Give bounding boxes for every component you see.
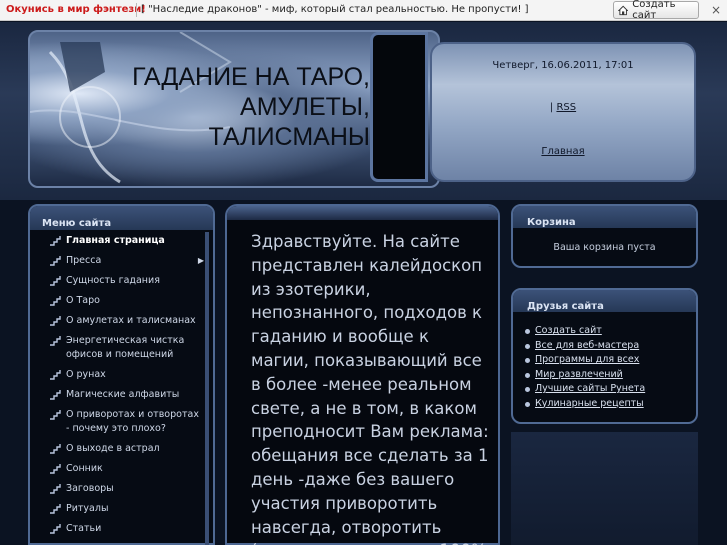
- menu-item[interactable]: Магические алфавиты: [44, 388, 204, 402]
- create-site-button[interactable]: Создать сайт: [613, 0, 699, 21]
- header-frame: [370, 32, 428, 182]
- title-line: АМУЛЕТЫ,: [240, 93, 370, 121]
- menu-item[interactable]: Сонник: [44, 462, 204, 476]
- menu-item[interactable]: Ритуалы: [44, 502, 204, 516]
- menu-item[interactable]: Энергетическая чистка офисов и помещений: [44, 334, 204, 362]
- top-ad-bar: Окунись в мир фэнтези! [ "Наследие драко…: [0, 0, 727, 21]
- menu-item[interactable]: Заговоры: [44, 482, 204, 496]
- menu-item-label: О Таро: [66, 295, 100, 306]
- stairs-icon: [50, 524, 61, 534]
- cart-title: Корзина: [527, 217, 576, 228]
- promo-link[interactable]: Окунись в мир фэнтези!: [6, 4, 146, 15]
- menu-item-label: Пресса: [66, 255, 102, 266]
- menu-item-label: Ритуалы: [66, 503, 109, 514]
- menu-item-label: Магические алфавиты: [66, 389, 180, 400]
- friend-link[interactable]: Создать сайт: [525, 324, 696, 339]
- stairs-icon: [50, 390, 61, 400]
- welcome-text: Здравствуйте. На сайте представлен калей…: [251, 232, 489, 545]
- friends-list: Создать сайт Все для веб-мастера Программы…: [513, 312, 696, 411]
- menu-item[interactable]: О амулетах и талисманах: [44, 314, 204, 328]
- stairs-icon: [50, 336, 61, 346]
- content-cap: [227, 206, 498, 220]
- friend-link[interactable]: Кулинарные рецепты: [525, 397, 696, 412]
- menu-item-label: О выходе в астрал: [66, 443, 160, 454]
- menu-item-label: Заговоры: [66, 483, 114, 494]
- friends-panel: Друзья сайта Создать сайт Все для веб-мас…: [511, 288, 698, 424]
- title-line: ТАЛИСМАНЫ: [208, 123, 371, 151]
- menu-item[interactable]: Статьи: [44, 522, 204, 536]
- rss-link[interactable]: RSS: [556, 102, 576, 113]
- stairs-icon: [50, 464, 61, 474]
- house-icon: [618, 5, 629, 15]
- site-menu-panel: Меню сайта Главная страница Пресса ▶ Сущнос…: [28, 204, 215, 545]
- menu-item-label: О приворотах и отворотах - почему это пл…: [66, 409, 199, 434]
- stairs-icon: [50, 256, 61, 266]
- cart-header: Корзина: [513, 206, 696, 228]
- menu-item-label: Статьи: [66, 523, 102, 534]
- menu-item[interactable]: О Таро: [44, 294, 204, 308]
- right-column-filler: [511, 432, 698, 545]
- site-title: ГАДАНИЕ НА ТАРО, АМУЛЕТЫ, ТАЛИСМАНЫ: [100, 62, 370, 152]
- menu-item-label: Сонник: [66, 463, 103, 474]
- site-menu-title: Меню сайта: [42, 218, 112, 229]
- friends-header: Друзья сайта: [513, 290, 696, 312]
- create-site-label: Создать сайт: [632, 0, 676, 21]
- site-menu: Главная страница Пресса ▶ Сущность гадания О…: [44, 234, 204, 542]
- site-menu-header: Меню сайта: [30, 206, 213, 230]
- friend-link[interactable]: Мир развлечений: [525, 368, 696, 383]
- divider: [136, 3, 137, 17]
- title-line: ГАДАНИЕ НА ТАРО,: [132, 63, 370, 91]
- stairs-icon: [50, 370, 61, 380]
- menu-item[interactable]: О приворотах и отворотах - почему это пл…: [44, 408, 204, 436]
- menu-rail: [205, 232, 209, 545]
- cart-panel: Корзина Ваша корзина пуста: [511, 204, 698, 268]
- home-link[interactable]: Главная: [430, 146, 696, 157]
- date-time: Четверг, 16.06.2011, 17:01: [492, 60, 634, 71]
- rss-separator: |: [549, 102, 554, 113]
- stairs-icon: [50, 236, 61, 246]
- news-link[interactable]: [ "Наследие драконов" - миф, который ста…: [141, 4, 529, 15]
- menu-item-label: Энергетическая чистка офисов и помещений: [66, 335, 185, 360]
- friend-link[interactable]: Лучшие сайты Рунета: [525, 382, 696, 397]
- stairs-icon: [50, 296, 61, 306]
- main-content-panel: Здравствуйте. На сайте представлен калей…: [225, 204, 500, 545]
- triangle-right-icon: ▶: [197, 256, 204, 265]
- friends-title: Друзья сайта: [527, 301, 604, 312]
- menu-item-label: Главная страница: [66, 235, 165, 246]
- stairs-icon: [50, 316, 61, 326]
- menu-item[interactable]: О рунах: [44, 368, 204, 382]
- close-icon[interactable]: ×: [709, 3, 723, 17]
- stairs-icon: [50, 276, 61, 286]
- stairs-icon: [50, 410, 61, 420]
- menu-item-label: О амулетах и талисманах: [66, 315, 196, 326]
- stairs-icon: [50, 504, 61, 514]
- menu-item[interactable]: Пресса ▶: [44, 254, 204, 268]
- stairs-icon: [50, 484, 61, 494]
- menu-item-label: О рунах: [66, 369, 106, 380]
- menu-item-label: Сущность гадания: [66, 275, 160, 286]
- menu-item[interactable]: Сущность гадания: [44, 274, 204, 288]
- cart-empty-message: Ваша корзина пуста: [553, 242, 656, 253]
- friend-link[interactable]: Все для веб-мастера: [525, 339, 696, 354]
- menu-item[interactable]: О выходе в астрал: [44, 442, 204, 456]
- stairs-icon: [50, 444, 61, 454]
- menu-item[interactable]: Главная страница: [44, 234, 204, 248]
- friend-link[interactable]: Программы для всех: [525, 353, 696, 368]
- rss-line: | RSS: [430, 102, 696, 113]
